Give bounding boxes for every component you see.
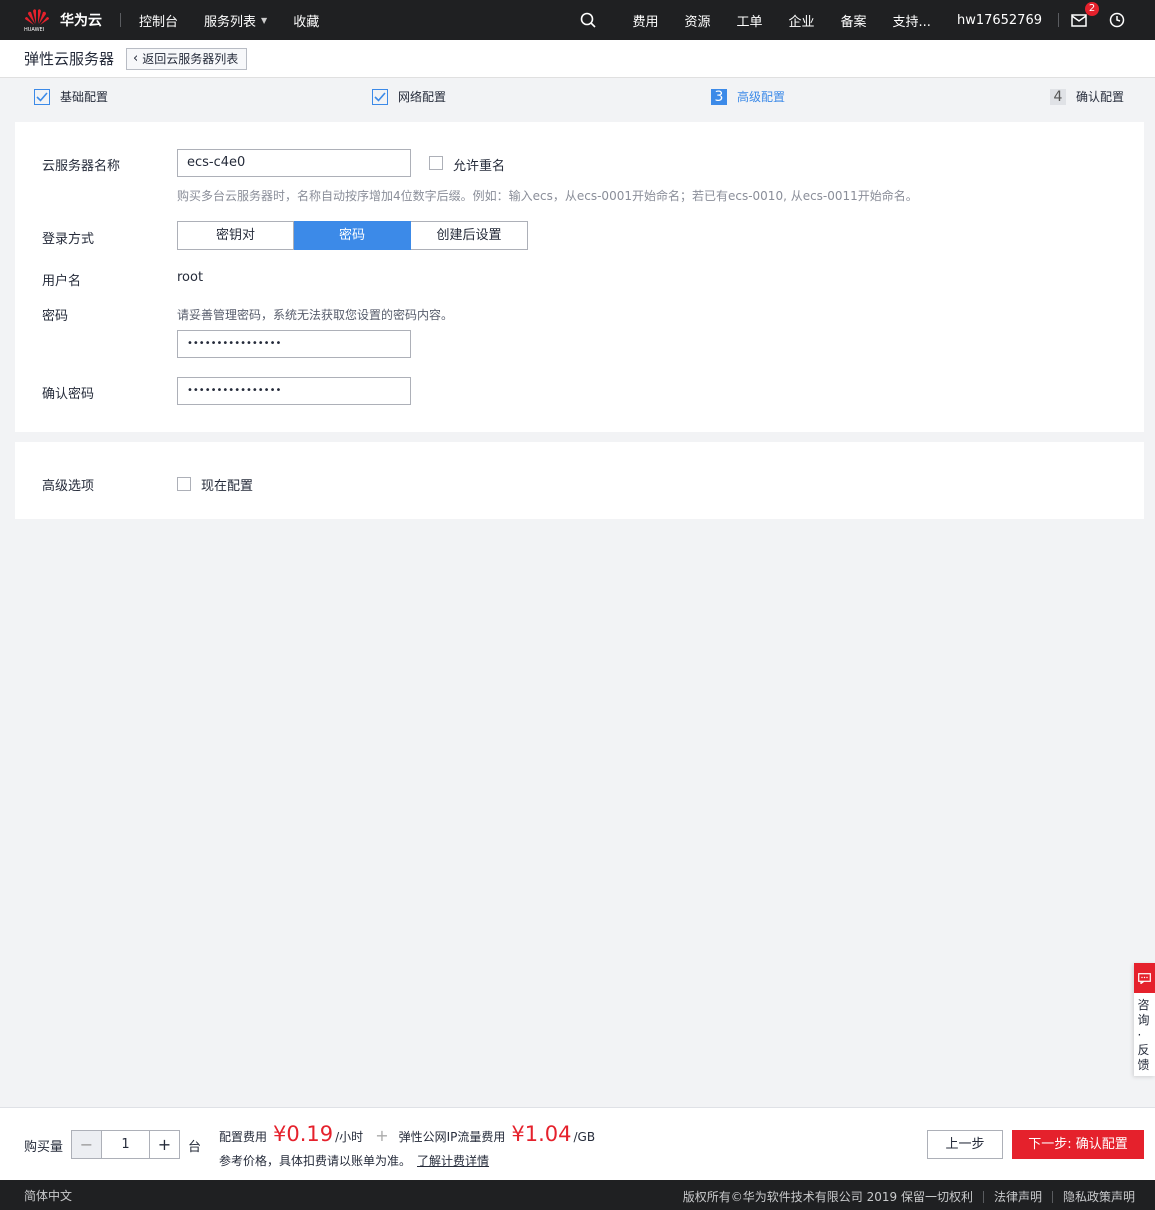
quantity-stepper: − 1 + — [71, 1130, 180, 1159]
quantity-unit: 台 — [188, 1140, 202, 1155]
step-number: 3 — [711, 88, 727, 105]
nav-console[interactable]: 控制台 — [139, 11, 178, 30]
step-label: 网络配置 — [398, 90, 447, 104]
nav-service-list-label: 服务列表 — [204, 14, 257, 30]
nav-tickets[interactable]: 工单 — [737, 11, 763, 30]
previous-step-button[interactable]: 上一步 — [927, 1130, 1003, 1159]
config-fee-value: ¥0.19 — [273, 1122, 334, 1146]
server-name-hint: 购买多台云服务器时，名称自动按序增加4位数字后缀。例如：输入ecs，从ecs-0… — [177, 189, 918, 203]
login-option-keypair[interactable]: 密钥对 — [177, 221, 294, 250]
decrement-button[interactable]: − — [71, 1130, 102, 1159]
ip-fee-value: ¥1.04 — [511, 1122, 572, 1146]
password-input[interactable]: •••••••••••••••• — [177, 330, 411, 358]
logo-brand-text: HUAWEI — [24, 27, 45, 33]
nav-icp-filing[interactable]: 备案 — [841, 11, 867, 30]
top-navigation-bar: HUAWEI 华为云 控制台 服务列表 ▼ 收藏 费用 资源 工单 企业 备案 支… — [0, 0, 1155, 40]
advanced-options-panel: 高级选项 现在配置 — [15, 442, 1144, 519]
consult-feedback-widget[interactable]: 咨询·反馈 — [1134, 963, 1155, 1076]
step-label: 高级配置 — [737, 90, 786, 104]
privacy-link[interactable]: 隐私政策声明 — [1063, 1188, 1135, 1205]
step-advanced-config: 3 高级配置 — [711, 88, 785, 105]
reference-price-note: 参考价格，具体扣费请以账单为准。 了解计费详情 — [219, 1152, 489, 1169]
check-icon — [372, 88, 388, 105]
chat-icon — [1134, 963, 1155, 993]
back-to-list-button[interactable]: ‹ 返回云服务器列表 — [126, 47, 248, 70]
footer-divider — [1051, 1190, 1053, 1203]
nav-divider — [1058, 13, 1059, 27]
server-name-label: 云服务器名称 — [42, 159, 121, 174]
advanced-options-label: 高级选项 — [42, 479, 95, 494]
page-footer: 简体中文 版权所有©华为软件技术有限公司 2019 保留一切权利 法律声明 隐私… — [0, 1180, 1155, 1210]
footer-divider — [982, 1190, 984, 1203]
allow-duplicate-name-label: 允许重名 — [453, 159, 506, 174]
login-method-selector: 密钥对 密码 创建后设置 — [177, 221, 528, 250]
page-title: 弹性云服务器 — [24, 50, 115, 68]
mail-badge: 2 — [1085, 2, 1099, 16]
chevron-left-icon: ‹ — [133, 51, 139, 66]
back-to-list-label: 返回云服务器列表 — [142, 52, 239, 66]
nav-enterprise[interactable]: 企业 — [789, 11, 815, 30]
nav-console-label: 控制台 — [139, 14, 179, 30]
language-selector[interactable]: 简体中文 — [24, 1187, 72, 1204]
user-account[interactable]: hw17652769 — [957, 13, 1042, 28]
confirm-password-label: 确认密码 — [42, 387, 95, 402]
confirm-password-input[interactable]: •••••••••••••••• — [177, 377, 411, 405]
server-name-input[interactable]: ecs-c4e0 — [177, 149, 411, 177]
step-label: 确认配置 — [1076, 90, 1125, 104]
nav-divider — [120, 13, 121, 27]
price-summary: 配置费用 ¥0.19 /小时 + 弹性公网IP流量费用 ¥1.04 /GB — [219, 1122, 595, 1146]
next-step-button[interactable]: 下一步: 确认配置 — [1012, 1130, 1144, 1159]
caret-down-icon: ▼ — [261, 15, 268, 25]
feedback-label: 咨询·反馈 — [1137, 998, 1150, 1072]
username-value: root — [177, 270, 204, 285]
copyright-text: 版权所有©华为软件技术有限公司 2019 保留一切权利 — [682, 1190, 973, 1204]
nav-service-list[interactable]: 服务列表 ▼ — [204, 11, 267, 30]
clock-icon[interactable] — [1107, 10, 1127, 30]
login-method-label: 登录方式 — [42, 232, 95, 247]
step-number: 4 — [1050, 88, 1066, 105]
login-option-password[interactable]: 密码 — [294, 221, 411, 250]
quantity-input[interactable]: 1 — [102, 1130, 149, 1159]
plus-icon: + — [375, 1126, 389, 1145]
increment-button[interactable]: + — [149, 1130, 180, 1159]
logo-text: 华为云 — [60, 13, 102, 29]
nav-billing[interactable]: 费用 — [632, 11, 658, 30]
step-basic-config[interactable]: 基础配置 — [34, 88, 108, 105]
huawei-cloud-logo[interactable]: HUAWEI 华为云 — [24, 7, 102, 33]
server-settings-panel: 云服务器名称 ecs-c4e0 允许重名 购买多台云服务器时，名称自动按序增加4… — [15, 122, 1144, 432]
step-network-config[interactable]: 网络配置 — [372, 88, 446, 105]
legal-link[interactable]: 法律声明 — [994, 1188, 1042, 1205]
footer-links: 版权所有©华为软件技术有限公司 2019 保留一切权利 法律声明 隐私政策声明 — [683, 1188, 1135, 1205]
page-header: 弹性云服务器 ‹ 返回云服务器列表 — [0, 40, 1155, 78]
check-icon — [34, 88, 50, 105]
allow-duplicate-name-checkbox[interactable] — [429, 156, 443, 170]
top-right-menu: 费用 资源 工单 企业 备案 支持... hw17652769 2 — [578, 0, 1155, 40]
nav-favorites-label: 收藏 — [293, 14, 320, 30]
mail-icon[interactable]: 2 — [1069, 2, 1099, 30]
config-fee-label: 配置费用 — [219, 1130, 268, 1144]
billing-details-link[interactable]: 了解计费详情 — [417, 1154, 489, 1168]
reference-price-text: 参考价格，具体扣费请以账单为准。 — [219, 1154, 412, 1168]
configure-now-label: 现在配置 — [201, 479, 254, 494]
step-label: 基础配置 — [60, 90, 109, 104]
ip-fee-label: 弹性公网IP流量费用 — [398, 1130, 506, 1144]
login-option-set-later[interactable]: 创建后设置 — [411, 221, 528, 250]
purchase-bar: 购买量 − 1 + 台 配置费用 ¥0.19 /小时 + 弹性公网IP流量费用 … — [0, 1107, 1155, 1180]
step-confirm-config: 4 确认配置 — [1050, 88, 1124, 105]
configure-now-checkbox[interactable] — [177, 477, 191, 491]
ip-fee-unit: /GB — [573, 1130, 596, 1144]
password-hint: 请妥善管理密码，系统无法获取您设置的密码内容。 — [177, 308, 454, 322]
search-icon[interactable] — [578, 10, 598, 30]
nav-favorites[interactable]: 收藏 — [293, 11, 319, 30]
nav-support[interactable]: 支持... — [893, 11, 931, 30]
config-fee-unit: /小时 — [335, 1130, 364, 1144]
huawei-logo-icon: HUAWEI — [24, 7, 50, 33]
quantity-label: 购买量 — [24, 1140, 64, 1155]
wizard-steps: 基础配置 网络配置 3 高级配置 4 确认配置 — [0, 88, 1155, 112]
password-label: 密码 — [42, 309, 69, 324]
nav-resources[interactable]: 资源 — [684, 11, 710, 30]
username-label: 用户名 — [42, 274, 82, 289]
